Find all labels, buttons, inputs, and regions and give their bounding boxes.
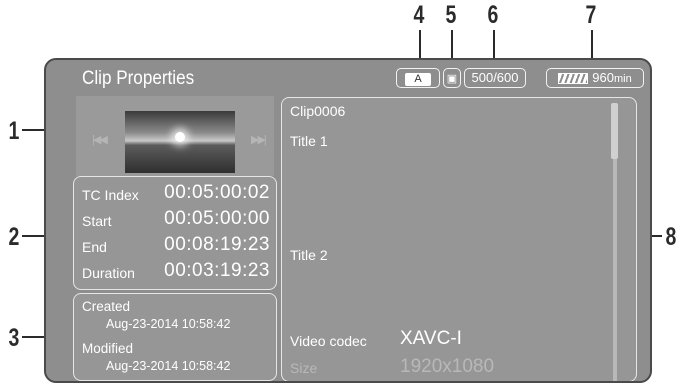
modified-label: Modified: [82, 341, 134, 356]
callout-7: 7: [585, 1, 597, 29]
callout-3: 3: [8, 324, 20, 352]
video-codec-value: XAVC-I: [400, 328, 462, 349]
callout-4: 4: [413, 1, 425, 29]
title2-label: Title 2: [290, 247, 328, 263]
lock-indicator: ▣: [443, 68, 461, 88]
battery-icon: [558, 73, 589, 85]
callout-2: 2: [8, 223, 20, 251]
timecode-panel: TC Index 00:05:00:02 Start 00:05:00:00 E…: [73, 176, 277, 290]
tc-index-value: 00:05:00:02: [164, 182, 270, 203]
skip-next-icon[interactable]: ▶▶|: [251, 133, 267, 146]
timecode-row: End 00:08:19:23: [82, 234, 270, 258]
media-slot-indicator: A: [396, 68, 440, 88]
timecode-row: Start 00:05:00:00: [82, 208, 270, 232]
battery-indicator: 960min: [546, 68, 644, 88]
start-value: 00:05:00:00: [164, 208, 270, 229]
duration-label: Duration: [82, 265, 135, 281]
timecode-row: Duration 00:03:19:23: [82, 260, 270, 284]
size-value: 1920x1080: [400, 356, 495, 377]
dates-panel: Created Aug-23-2014 10:58:42 Modified Au…: [73, 293, 277, 381]
created-label: Created: [82, 299, 131, 314]
tc-index-label: TC Index: [82, 187, 139, 203]
clip-name: Clip0006: [290, 103, 346, 119]
clip-thumbnail: [125, 111, 235, 173]
modified-value: Aug-23-2014 10:58:42: [106, 359, 231, 373]
lock-icon: ▣: [446, 73, 458, 85]
size-label: Size: [290, 360, 318, 376]
scrollbar-thumb[interactable]: [611, 103, 618, 159]
title1-label: Title 1: [290, 133, 328, 149]
callout-6: 6: [487, 1, 499, 29]
battery-remaining: 960: [592, 70, 614, 85]
clip-count: 500/600: [464, 68, 526, 88]
page-title: Clip Properties: [82, 68, 195, 89]
media-slot-label: A: [405, 73, 431, 86]
callout-1: 1: [8, 117, 20, 145]
clip-properties-screen: Clip Properties A ▣ 500/600 960min |◀◀ ▶…: [44, 58, 652, 383]
timecode-row: TC Index 00:05:00:02: [82, 182, 270, 206]
sun-image: [175, 132, 185, 142]
callout-5: 5: [445, 1, 457, 29]
created-value: Aug-23-2014 10:58:42: [106, 317, 231, 331]
start-label: Start: [82, 213, 112, 229]
end-value: 00:08:19:23: [164, 234, 270, 255]
duration-value: 00:03:19:23: [164, 260, 270, 281]
skip-previous-icon[interactable]: |◀◀: [92, 133, 108, 146]
video-codec-label: Video codec: [290, 333, 367, 349]
callout-8: 8: [665, 223, 677, 251]
end-label: End: [82, 239, 107, 255]
details-panel[interactable]: Clip0006 Title 1 Title 2 Video codec XAV…: [281, 97, 637, 381]
battery-unit: min: [613, 73, 632, 85]
